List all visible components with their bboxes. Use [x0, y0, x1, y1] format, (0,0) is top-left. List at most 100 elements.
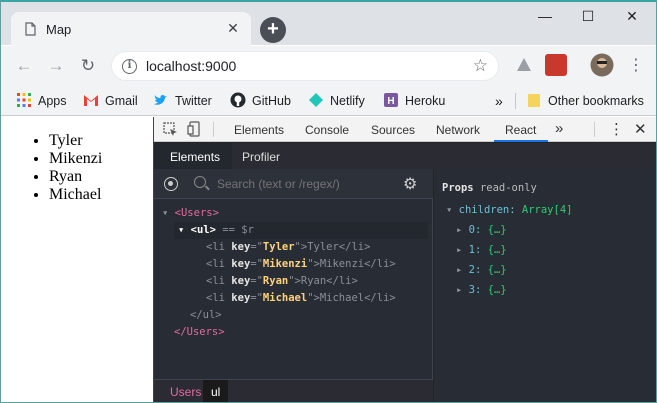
bookmark-star-icon[interactable]: ☆ [473, 56, 488, 76]
breadcrumb-ul[interactable]: ul [203, 380, 229, 402]
profile-avatar[interactable] [590, 53, 614, 77]
li-text: Ryan [300, 275, 327, 287]
devtools-close-icon[interactable]: ✕ [634, 120, 647, 138]
address-bar[interactable]: i localhost:9000 ☆ [111, 51, 499, 81]
props-header: Props read-only [442, 182, 537, 194]
prop-key: 2: [468, 264, 482, 276]
prop-entry-row[interactable]: ▸ 2: {…} [456, 262, 507, 279]
prop-value: Array[4] [521, 204, 573, 216]
users-list: Tyler Mikenzi Ryan Michael [31, 132, 102, 204]
react-tabbar: Elements Profiler [154, 143, 656, 169]
devtools-menu-icon[interactable]: ⋮ [609, 120, 624, 138]
react-tab-profiler[interactable]: Profiler [242, 150, 280, 164]
tab-close-icon[interactable]: ✕ [225, 20, 241, 36]
new-tab-button[interactable]: + [260, 17, 286, 43]
expand-arrow-icon[interactable]: ▸ [456, 244, 469, 256]
tree-row-li[interactable]: <li key="Mikenzi">Mikenzi</li> [206, 256, 396, 273]
breadcrumb: Users ul [154, 379, 433, 402]
li-key: Tyler [262, 241, 295, 253]
bookmarks-divider [515, 93, 516, 109]
tab-title: Map [46, 22, 72, 37]
bookmark-gmail[interactable]: Gmail [83, 92, 138, 110]
extension-drive-icon[interactable] [513, 54, 535, 76]
tabbar-divider [213, 122, 214, 137]
apps-grid-icon [17, 93, 31, 107]
tree-row-users-close[interactable]: </Users> [174, 324, 225, 341]
back-button[interactable]: ← [12, 54, 36, 78]
bookmark-label: Apps [38, 94, 67, 108]
props-title: Props [442, 182, 474, 194]
browser-tab[interactable]: Map ✕ [11, 12, 251, 46]
title-bar: Map ✕ + — ☐ ✕ [1, 0, 656, 46]
collapse-arrow-icon[interactable]: ▾ [178, 224, 191, 236]
prop-key: 3: [468, 284, 482, 296]
folder-icon [528, 94, 540, 107]
li-text: Michael [319, 292, 365, 304]
bookmark-label: Gmail [105, 94, 138, 108]
tree-row-ul-selected[interactable]: ▾ <ul> == $r [174, 222, 428, 239]
tab-elements[interactable]: Elements [234, 123, 284, 137]
tree-row-li[interactable]: <li key="Tyler">Tyler</li> [206, 239, 370, 256]
prop-key: children: [458, 204, 516, 216]
reload-button[interactable]: ↻ [76, 54, 100, 78]
search-input[interactable] [217, 177, 387, 191]
forward-button[interactable]: → [44, 54, 68, 78]
list-item: Ryan [49, 168, 102, 186]
expand-arrow-icon[interactable]: ▸ [456, 284, 469, 296]
bookmark-heroku[interactable]: H Heroku [383, 92, 445, 110]
url-text: localhost:9000 [146, 58, 237, 74]
readonly-label: read-only [479, 182, 537, 194]
li-key: Michael [262, 292, 308, 304]
twitter-icon [154, 94, 167, 105]
tree-row-ul-close[interactable]: </ul> [190, 307, 222, 324]
bookmark-other[interactable]: Other bookmarks [526, 92, 644, 110]
bookmarks-overflow-button[interactable]: » [495, 92, 503, 110]
close-window-button[interactable]: ✕ [622, 6, 642, 26]
expand-arrow-icon[interactable]: ▸ [456, 224, 469, 236]
page-content: Tyler Mikenzi Ryan Michael [1, 117, 153, 402]
react-tab-elements[interactable]: Elements [170, 150, 220, 164]
selected-ref: == $r [222, 224, 254, 236]
maximize-button[interactable]: ☐ [578, 6, 598, 26]
more-tabs-button[interactable]: » [555, 120, 563, 137]
collapse-arrow-icon[interactable]: ▾ [162, 207, 175, 219]
props-pane: Props read-only ▾ children: Array[4] ▸ 0… [434, 169, 656, 402]
info-icon[interactable]: i [122, 59, 137, 74]
li-key: Ryan [262, 275, 289, 287]
gear-icon[interactable]: ⚙ [403, 174, 417, 194]
device-toolbar-icon[interactable] [187, 121, 203, 137]
bookmark-twitter[interactable]: Twitter [153, 92, 212, 110]
menu-kebab-icon[interactable]: ⋮ [624, 54, 648, 78]
prop-entry-row[interactable]: ▸ 1: {…} [456, 242, 507, 259]
bookmark-label: Twitter [175, 94, 212, 108]
expand-arrow-icon[interactable]: ▾ [446, 204, 459, 216]
bookmark-github[interactable]: GitHub [230, 92, 291, 110]
devtools-panel: Elements Console Sources Network React »… [153, 117, 656, 402]
minimize-button[interactable]: — [535, 6, 555, 26]
tree-row-li[interactable]: <li key="Michael">Michael</li> [206, 290, 396, 307]
prop-key: 0: [468, 224, 482, 236]
bookmark-label: Netlify [330, 94, 365, 108]
bookmark-label: Heroku [405, 94, 446, 108]
github-icon [230, 92, 246, 108]
browser-toolbar: ← → ↻ i localhost:9000 ☆ ⋮ [1, 46, 656, 86]
select-element-icon[interactable] [164, 177, 178, 191]
bookmark-netlify[interactable]: Netlify [308, 92, 365, 110]
bookmark-apps[interactable]: Apps [16, 92, 67, 110]
bookmarks-bar: Apps Gmail Twitter GitHub Netlify H Hero… [1, 86, 656, 116]
expand-arrow-icon[interactable]: ▸ [456, 264, 469, 276]
tab-network[interactable]: Network [436, 123, 480, 137]
bookmark-label: Other bookmarks [548, 94, 644, 108]
tab-sources[interactable]: Sources [371, 123, 415, 137]
netlify-icon [309, 93, 323, 107]
extension-icon[interactable] [545, 54, 567, 76]
tree-row-users[interactable]: ▾ <Users> [162, 205, 219, 222]
prop-entry-row[interactable]: ▸ 0: {…} [456, 222, 507, 239]
tab-react[interactable]: React [505, 123, 536, 137]
tree-row-li[interactable]: <li key="Ryan">Ryan</li> [206, 273, 358, 290]
prop-entry-row[interactable]: ▸ 3: {…} [456, 282, 507, 299]
prop-value: {…} [487, 244, 507, 256]
prop-children-row[interactable]: ▾ children: Array[4] [446, 202, 572, 219]
tab-console[interactable]: Console [305, 123, 349, 137]
inspect-element-icon[interactable] [163, 122, 178, 137]
